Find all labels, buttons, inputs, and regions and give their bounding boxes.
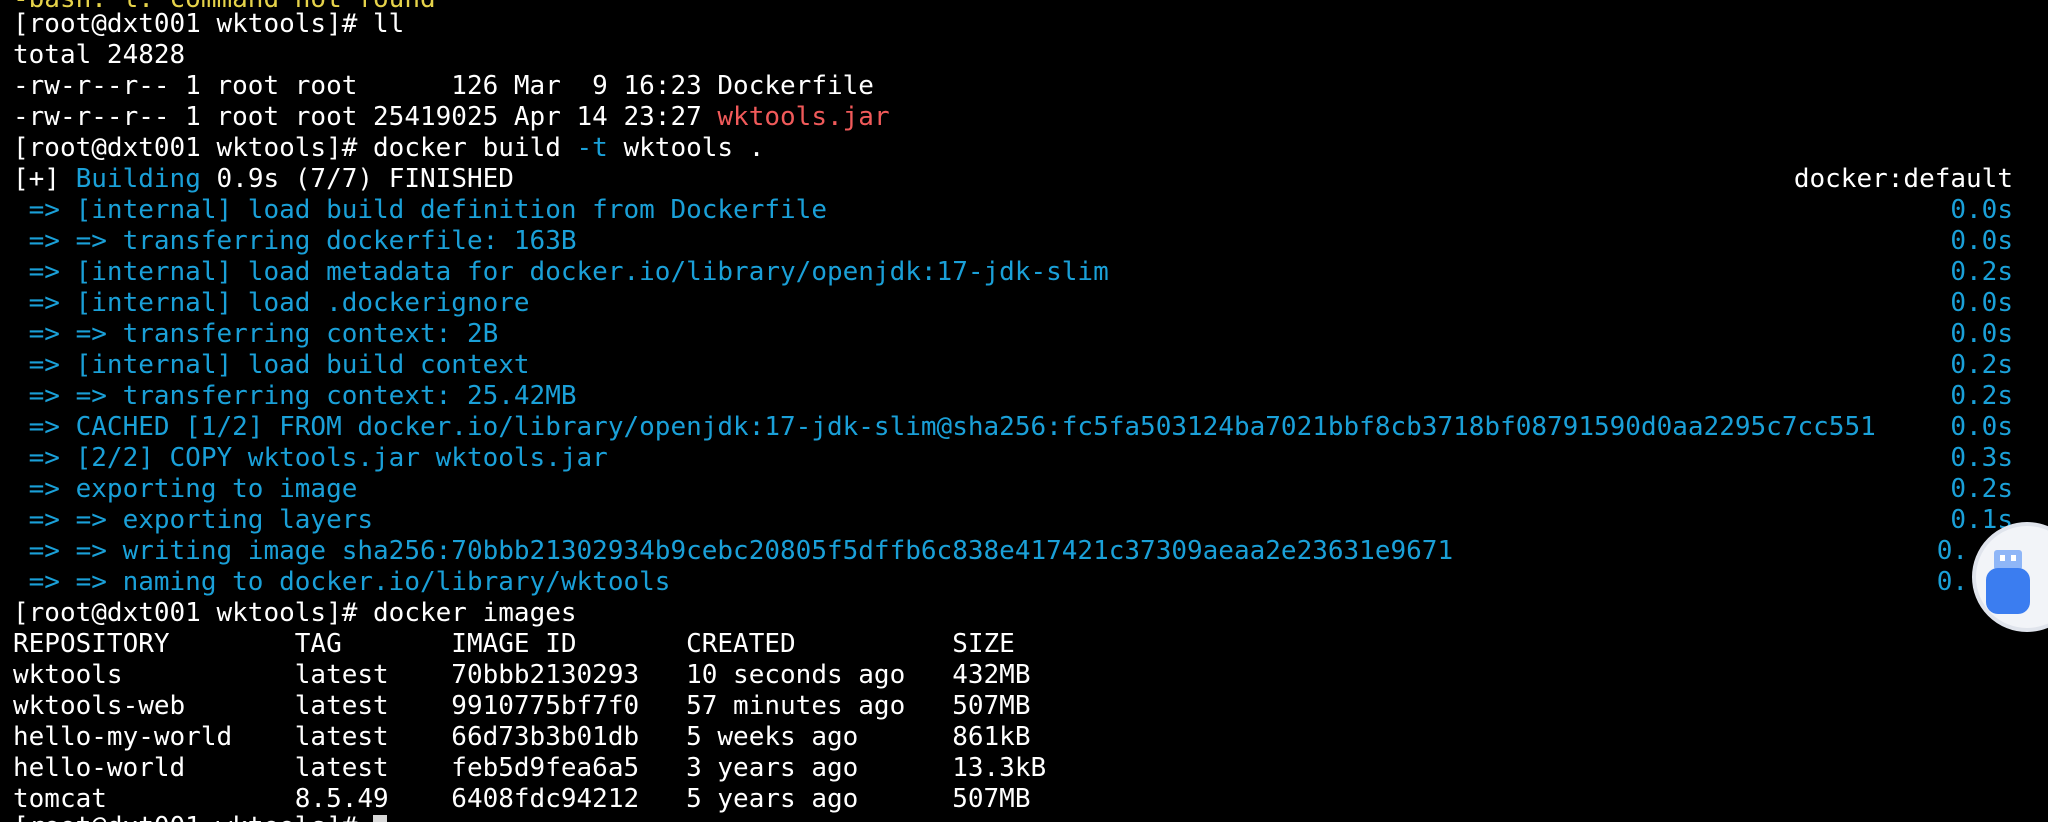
build-step-time: 0.0s bbox=[1950, 288, 2013, 318]
command-docker-build: docker build -t wktools . bbox=[373, 133, 765, 163]
prompt-line-images: [root@dxt001 wktools]# docker images bbox=[13, 598, 577, 629]
file-row-jar: -rw-r--r-- 1 root root 25419025 Apr 14 2… bbox=[13, 102, 890, 133]
shell-prompt: [root@dxt001 wktools]# bbox=[13, 598, 374, 628]
build-step: => => transferring context: 25.42MB bbox=[13, 381, 577, 411]
images-table-header: REPOSITORY TAG IMAGE ID CREATED SIZE bbox=[13, 629, 1015, 659]
image-row: tomcat 8.5.49 6408fdc94212 5 years ago 5… bbox=[13, 784, 1031, 814]
file-name-jar: wktools.jar bbox=[717, 102, 890, 132]
command-docker-images: docker images bbox=[373, 598, 577, 628]
image-row: hello-world latest feb5d9fea6a5 3 years … bbox=[13, 753, 1047, 783]
build-step-time: 0.2s bbox=[1950, 257, 2013, 287]
shell-prompt: [root@dxt001 wktools]# bbox=[13, 133, 374, 163]
build-step: => [2/2] COPY wktools.jar wktools.jar bbox=[13, 443, 608, 473]
image-row: hello-my-world latest 66d73b3b01db 5 wee… bbox=[13, 722, 1031, 752]
build-step: => CACHED [1/2] FROM docker.io/library/o… bbox=[13, 412, 1876, 442]
file-meta: -rw-r--r-- 1 root root 126 Mar 9 16:23 bbox=[13, 71, 718, 101]
build-step-time: 0.0s bbox=[1950, 195, 2013, 225]
build-step-time: 0.0s bbox=[1950, 226, 2013, 256]
command-ll: ll bbox=[373, 9, 405, 39]
build-step-time: 0.0s bbox=[1950, 319, 2013, 349]
build-header-prefix: [+] bbox=[13, 164, 76, 194]
terminal-window[interactable]: -bash: l: command not found [root@dxt001… bbox=[0, 0, 2048, 822]
build-step-time: 0.2s bbox=[1950, 474, 2013, 504]
build-step: => [internal] load build context bbox=[13, 350, 530, 380]
build-header-building: Building bbox=[75, 164, 201, 194]
prompt-line-build: [root@dxt001 wktools]# docker build -t w… bbox=[13, 133, 764, 164]
build-step: => [internal] load build definition from… bbox=[13, 195, 827, 225]
build-header-status: 0.9s (7/7) FINISHED bbox=[200, 164, 514, 194]
build-step-time: 0.2s bbox=[1950, 350, 2013, 380]
build-step: => [internal] load metadata for docker.i… bbox=[13, 257, 1109, 287]
build-step: => => exporting layers bbox=[13, 505, 374, 535]
ll-total: total 24828 bbox=[13, 40, 186, 70]
build-step: => => writing image sha256:70bbb21302934… bbox=[13, 536, 1454, 566]
shell-prompt: [root@dxt001 wktools]# bbox=[13, 9, 374, 39]
build-header: [+] Building 0.9s (7/7) FINISHED bbox=[13, 164, 514, 195]
build-step-time: 0.2s bbox=[1950, 381, 2013, 411]
file-name: Dockerfile bbox=[717, 71, 874, 101]
file-meta: -rw-r--r-- 1 root root 25419025 Apr 14 2… bbox=[13, 102, 718, 132]
build-step-time: 0. bbox=[1936, 567, 1968, 597]
build-step-time: 0.0s bbox=[1950, 412, 2013, 442]
usb-drive-icon bbox=[1986, 550, 2030, 614]
prompt-line-ll: [root@dxt001 wktools]# ll bbox=[13, 9, 404, 40]
build-step: => => transferring context: 2B bbox=[13, 319, 499, 349]
build-step-time: 0. bbox=[1936, 536, 1968, 566]
build-step-time: 0.3s bbox=[1950, 443, 2013, 473]
file-row-dockerfile: -rw-r--r-- 1 root root 126 Mar 9 16:23 D… bbox=[13, 71, 874, 102]
build-step: => => naming to docker.io/library/wktool… bbox=[13, 567, 671, 597]
final-prompt-line[interactable]: [root@dxt001 wktools]# bbox=[13, 812, 388, 822]
build-step: => exporting to image bbox=[13, 474, 358, 504]
image-row: wktools latest 70bbb2130293 10 seconds a… bbox=[13, 660, 1031, 690]
image-row: wktools-web latest 9910775bf7f0 57 minut… bbox=[13, 691, 1031, 721]
build-flag: -t bbox=[576, 133, 608, 163]
shell-prompt: [root@dxt001 wktools]# bbox=[13, 812, 373, 822]
text-cursor bbox=[373, 814, 388, 822]
build-step: => => transferring dockerfile: 163B bbox=[13, 226, 577, 256]
build-context: docker:default bbox=[1793, 164, 2013, 194]
build-step: => [internal] load .dockerignore bbox=[13, 288, 530, 318]
